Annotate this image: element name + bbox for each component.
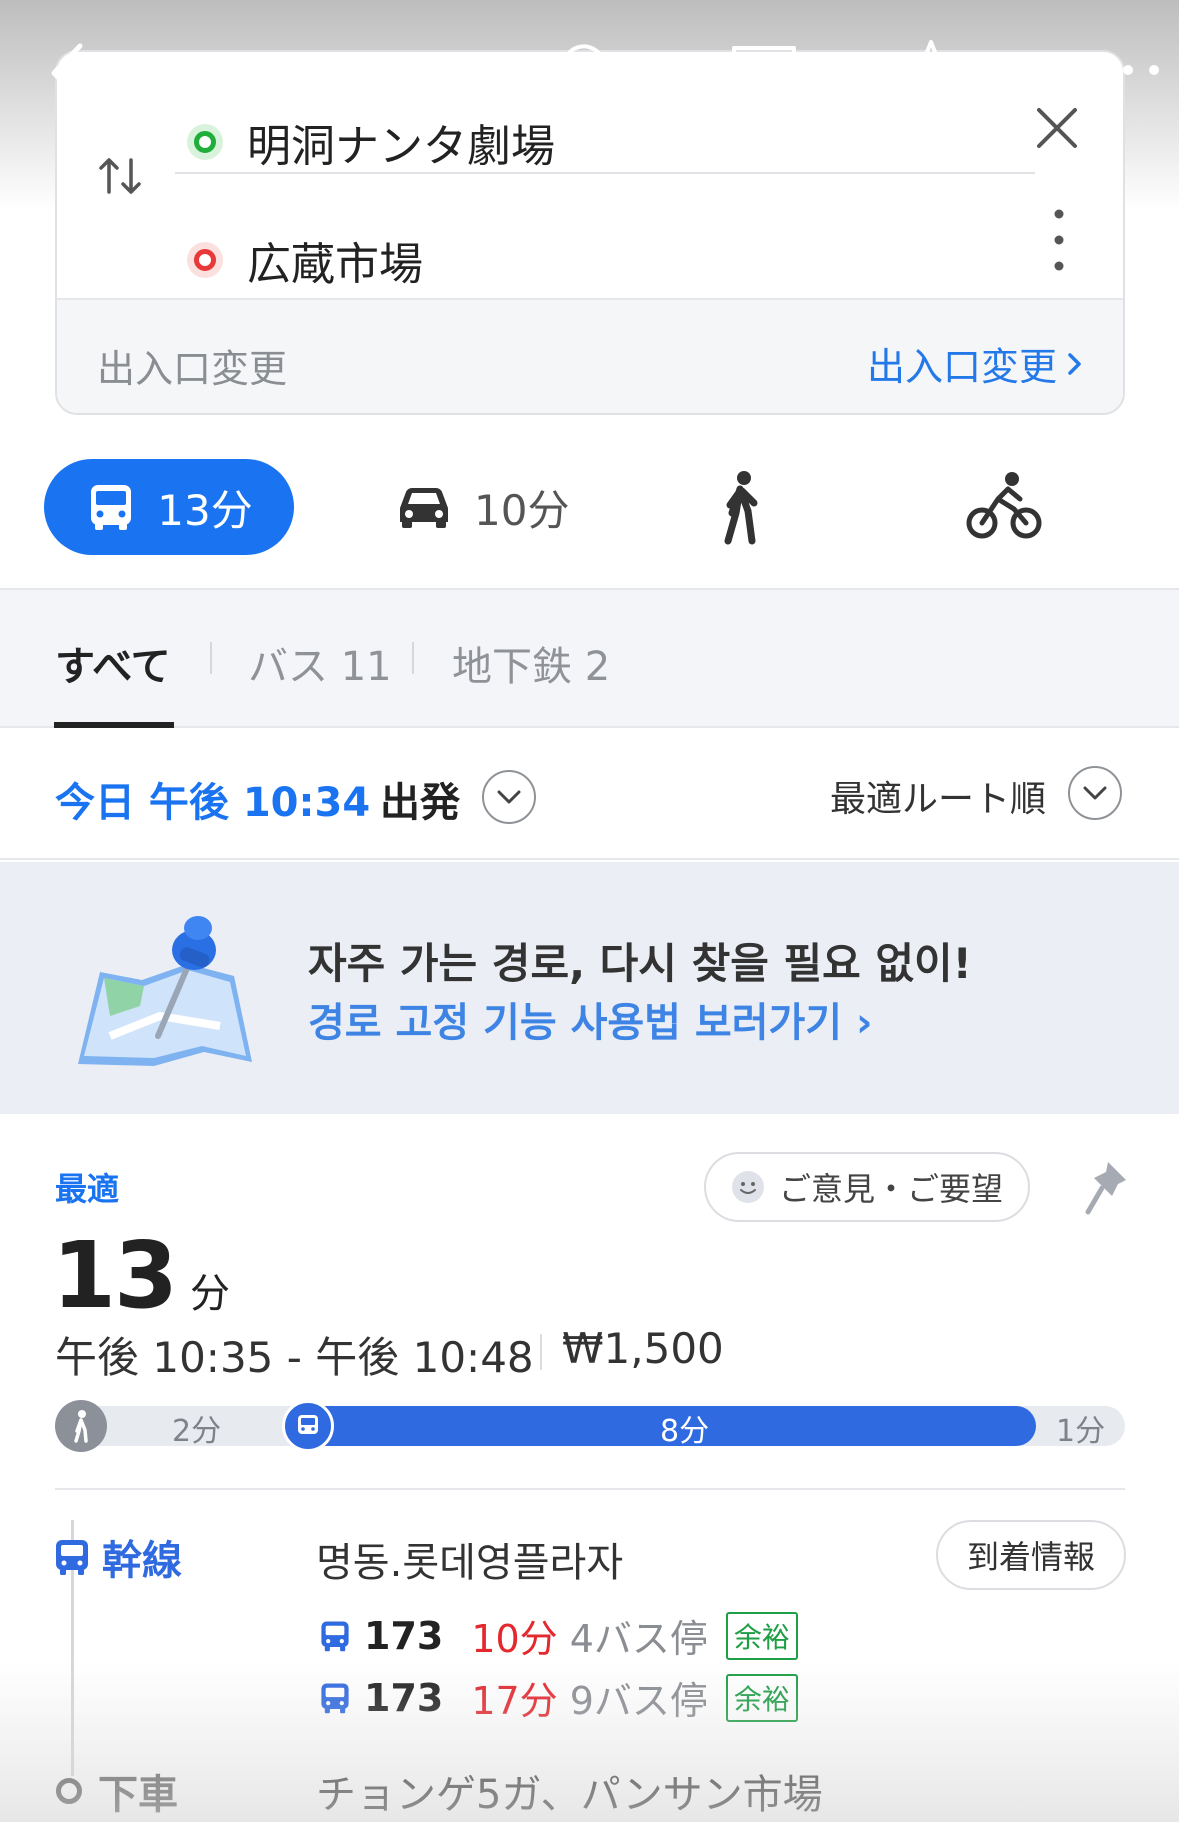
alight-label: 下車 (98, 1772, 178, 1818)
time-range: 午後 10:35 - 午後 10:48 (55, 1333, 534, 1382)
walk-segment-icon (55, 1400, 107, 1452)
entrance-link-text: 出入口変更 (866, 345, 1057, 389)
tab-subway[interactable]: 地下鉄 2 (452, 634, 610, 692)
bus-icon (91, 485, 132, 530)
cloud-upload-icon[interactable] (548, 36, 628, 106)
bus-icon (321, 1621, 349, 1651)
swap-direction-icon[interactable] (93, 148, 149, 204)
promo-title: 자주 가는 경로, 다시 찾을 필요 없이! (308, 939, 972, 988)
bus-icon (321, 1683, 349, 1713)
smile-icon (731, 1171, 764, 1203)
sort-dropdown-icon[interactable] (1068, 766, 1122, 820)
more-vertical-icon[interactable] (1039, 200, 1079, 280)
feedback-label: ご意見・ご要望 (778, 1170, 1003, 1208)
bus-number: 173 (364, 1613, 444, 1658)
departure-row: 今日 午後 10:34 出発 最適ルート順 (0, 730, 1179, 860)
destination-field[interactable]: 広蔵市場 (187, 228, 423, 292)
board-stop-name: 명동.롯데영플라자 (316, 1540, 624, 1586)
departure-time[interactable]: 今日 午後 10:34 (55, 770, 370, 828)
origin-text: 明洞ナンタ劇場 (247, 121, 555, 172)
sort-order-label[interactable]: 最適ルート順 (830, 770, 1046, 822)
bus-duration: 8分 (660, 1414, 710, 1449)
crowd-status-badge: 余裕 (725, 1611, 798, 1660)
chevron-right-icon (1068, 352, 1081, 375)
bus-stops-away: 9バス停 (569, 1679, 708, 1723)
total-duration: 13 分 (52, 1222, 230, 1329)
fare: ₩1,500 (562, 1324, 724, 1373)
entrance-bar: 出入口変更 出入口変更 (57, 298, 1123, 413)
bus-number: 173 (364, 1675, 444, 1720)
car-time: 10分 (474, 485, 570, 535)
bus-eta: 10分 (471, 1617, 558, 1661)
bus-stops-away: 4バス停 (569, 1617, 708, 1661)
cast-icon[interactable] (726, 40, 802, 104)
star-icon[interactable] (896, 36, 966, 106)
active-tab-indicator (54, 722, 174, 728)
close-icon[interactable] (1027, 98, 1087, 158)
departure-label: 出発 (380, 780, 460, 826)
duration-value: 13 (52, 1222, 178, 1329)
tab-separator (412, 642, 414, 674)
best-route-badge: 最適 (55, 1170, 120, 1208)
route-filter-tabs: すべて バス 11 地下鉄 2 (0, 588, 1179, 728)
bus-icon (56, 1540, 88, 1575)
pin-icon[interactable] (1082, 1158, 1132, 1218)
tab-separator (210, 642, 212, 674)
bus-type-label: 幹線 (102, 1538, 182, 1584)
duration-unit: 分 (190, 1271, 231, 1317)
mode-transit-tab[interactable]: 13分 (44, 459, 294, 555)
bus-arrival-row[interactable]: 173 17分 9バス停 余裕 (318, 1670, 798, 1725)
walk-start-duration: 2分 (172, 1414, 222, 1449)
back-icon[interactable] (44, 38, 94, 108)
tab-all[interactable]: すべて (55, 634, 171, 692)
promo-banner[interactable]: 자주 가는 경로, 다시 찾을 필요 없이! 경로 고정 기능 사용법 보러가기… (0, 862, 1179, 1114)
promo-link[interactable]: 경로 고정 기능 사용법 보러가기 › (308, 990, 873, 1048)
origin-marker-icon (187, 124, 223, 160)
alight-stop-name: チョンゲ5ガ、パンサン市場 (316, 1772, 823, 1818)
divider (55, 1488, 1125, 1490)
car-icon (400, 488, 448, 528)
bus-segment-icon (282, 1400, 334, 1452)
bus-eta: 17分 (471, 1679, 558, 1723)
tab-bus[interactable]: バス 11 (248, 634, 392, 692)
travel-mode-tabs: 13分 10分 (0, 455, 1179, 565)
entrance-label: 出入口変更 (97, 347, 288, 391)
bicycle-mode-icon[interactable] (964, 469, 1044, 545)
destination-marker-icon (187, 242, 223, 278)
destination-text: 広蔵市場 (247, 239, 423, 290)
crowd-status-badge: 余裕 (725, 1673, 798, 1722)
walk-end-duration: 1分 (1056, 1414, 1106, 1449)
entrance-change-link[interactable]: 出入口変更 (867, 336, 1085, 391)
bus-arrival-row[interactable]: 173 10分 4バス停 余裕 (318, 1608, 798, 1663)
transit-time: 13分 (157, 485, 253, 535)
map-pin-illustration-icon (78, 916, 252, 1066)
row-divider (175, 172, 1035, 174)
more-horizontal-icon[interactable] (1088, 52, 1168, 88)
alight-marker-icon (56, 1778, 82, 1804)
alight-step: 下車 (56, 1762, 178, 1820)
departure-dropdown-icon[interactable] (482, 770, 536, 824)
origin-field[interactable]: 明洞ナンタ劇場 (187, 110, 555, 174)
walk-mode-icon[interactable] (712, 469, 772, 545)
feedback-button[interactable]: ご意見・ご要望 (704, 1152, 1030, 1222)
arrival-info-button[interactable]: 到着情報 (936, 1520, 1126, 1590)
board-step: 幹線 (52, 1528, 182, 1586)
fare-separator (540, 1334, 542, 1370)
mode-car-tab[interactable]: 10分 (394, 459, 569, 555)
